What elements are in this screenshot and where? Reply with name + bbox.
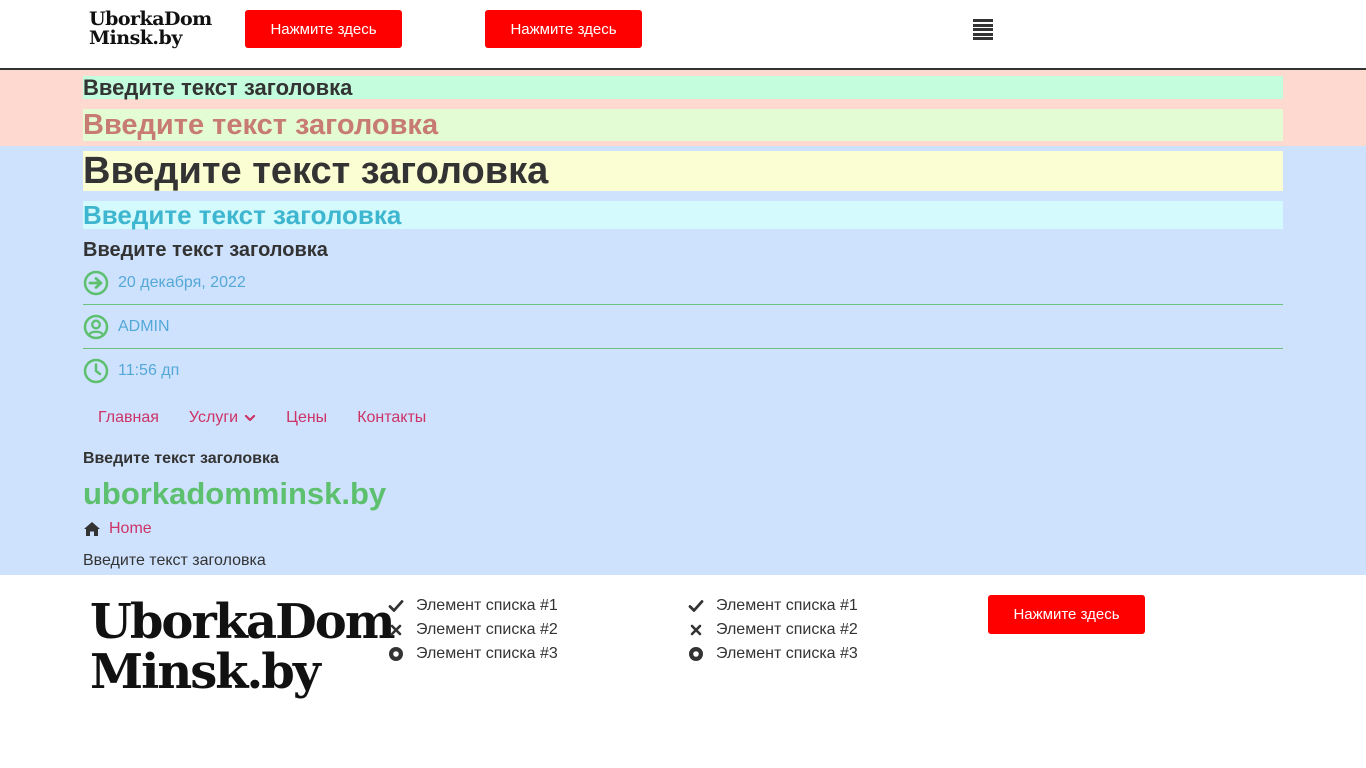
site-header: UborkaDom Minsk.by Нажмите здесь Нажмите … xyxy=(0,0,1366,70)
post-time: 11:56 дп xyxy=(83,349,1283,393)
site-footer: UborkaDom Minsk.by Элемент списка #1 Элем… xyxy=(0,575,1366,768)
post-author: ADMIN xyxy=(83,305,1283,349)
dot-circle-icon xyxy=(689,647,703,661)
site-title[interactable]: uborkadomminsk.by xyxy=(83,476,386,512)
check-icon xyxy=(688,600,704,612)
times-icon xyxy=(690,624,702,636)
list-item: Элемент списка #1 xyxy=(388,594,558,618)
post-time-text: 11:56 дп xyxy=(118,362,180,379)
list-item: Элемент списка #2 xyxy=(688,618,858,642)
main-nav: Главная Услуги Цены Контакты xyxy=(83,405,441,431)
list-item-label: Элемент списка #1 xyxy=(716,597,858,614)
post-date-text[interactable]: 20 декабря, 2022 xyxy=(118,274,246,292)
list-item-label: Элемент списка #2 xyxy=(416,621,558,638)
breadcrumb: Home xyxy=(83,520,152,538)
breadcrumb-home-link[interactable]: Home xyxy=(109,520,152,538)
list-item: Элемент списка #2 xyxy=(388,618,558,642)
footer-logo[interactable]: UborkaDom Minsk.by xyxy=(90,597,396,697)
check-icon xyxy=(388,600,404,612)
arrow-circle-right-icon xyxy=(83,270,109,296)
heading-1: Введите текст заголовка xyxy=(83,76,1283,99)
list-item: Элемент списка #3 xyxy=(388,642,558,666)
home-icon xyxy=(84,522,100,536)
site-logo[interactable]: UborkaDom Minsk.by xyxy=(89,10,212,48)
dot-circle-icon xyxy=(389,647,403,661)
chevron-down-icon xyxy=(245,414,256,422)
times-icon xyxy=(390,624,402,636)
small-heading: Введите текст заголовка xyxy=(83,450,279,467)
list-item: Элемент списка #1 xyxy=(688,594,858,618)
plain-heading: Введите текст заголовка xyxy=(83,552,266,569)
heading-4: Введите текст заголовка xyxy=(83,201,1283,229)
nav-item-services-label: Услуги xyxy=(188,409,239,426)
cta-button-2[interactable]: Нажмите здесь xyxy=(485,10,642,48)
post-date: 20 декабря, 2022 xyxy=(83,261,1283,305)
heading-2: Введите текст заголовка xyxy=(83,109,1283,141)
clock-icon xyxy=(83,358,109,384)
menu-icon[interactable] xyxy=(973,19,993,40)
footer-cta-button[interactable]: Нажмите здесь xyxy=(988,595,1145,634)
icon-list-1: Элемент списка #1 Элемент списка #2 Элем… xyxy=(388,594,558,666)
nav-item-contacts[interactable]: Контакты xyxy=(342,405,441,431)
list-item-label: Элемент списка #3 xyxy=(416,645,558,662)
list-item-label: Элемент списка #1 xyxy=(416,597,558,614)
heading-5: Введите текст заголовка xyxy=(83,239,328,261)
post-author-text[interactable]: ADMIN xyxy=(118,318,170,336)
heading-3: Введите текст заголовка xyxy=(83,151,1283,191)
cta-button-1[interactable]: Нажмите здесь xyxy=(245,10,402,48)
icon-list-2: Элемент списка #1 Элемент списка #2 Элем… xyxy=(688,594,858,666)
nav-item-services[interactable]: Услуги xyxy=(174,405,271,431)
list-item-label: Элемент списка #3 xyxy=(716,645,858,662)
nav-item-prices[interactable]: Цены xyxy=(271,405,342,431)
user-circle-icon xyxy=(83,314,109,340)
list-item-label: Элемент списка #2 xyxy=(716,621,858,638)
nav-item-home[interactable]: Главная xyxy=(83,405,174,431)
list-item: Элемент списка #3 xyxy=(688,642,858,666)
